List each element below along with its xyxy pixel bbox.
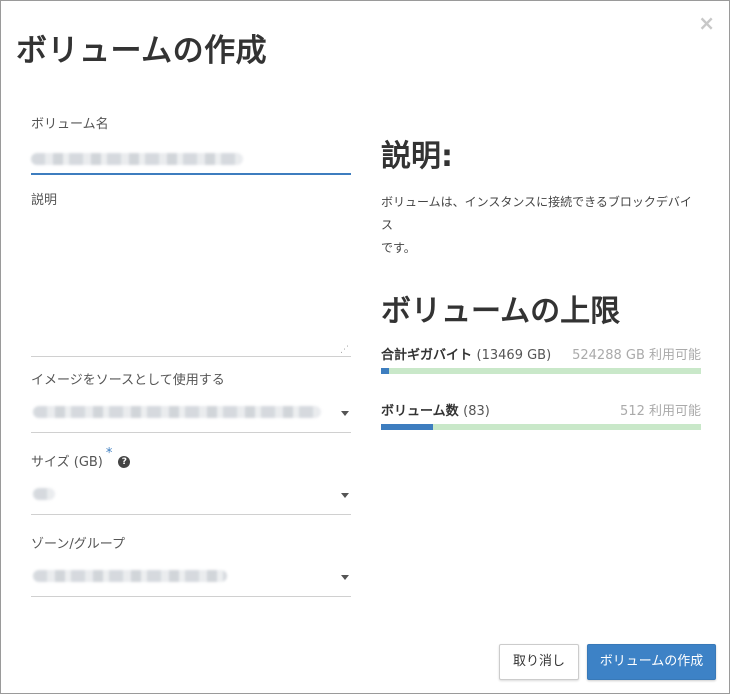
quota-name: 合計ギガバイト [381, 348, 473, 363]
create-volume-button[interactable]: ボリュームの作成 [587, 644, 716, 680]
chevron-down-icon [341, 411, 349, 416]
description-text: ボリュームは、インスタンスに接続できるブロックデバイス です。 [381, 191, 701, 260]
close-icon[interactable]: × [698, 11, 715, 35]
quota-volumes-row: ボリューム数 (83) 512 利用可能 [381, 400, 701, 424]
required-asterisk: * [105, 446, 113, 461]
info-panel: 説明: ボリュームは、インスタンスに接続できるブロックデバイス です。 ボリュー… [381, 131, 701, 456]
volume-name-label: ボリューム名 [31, 117, 109, 132]
description-textarea[interactable] [31, 215, 351, 357]
zone-select[interactable] [31, 559, 351, 597]
volume-form: ボリューム名 説明 ⋰ イメージをソースとして使用する サイズ (GB)*? ゾ… [31, 111, 351, 615]
size-field: サイズ (GB)*? [31, 446, 351, 533]
modal-title: ボリュームの作成 [16, 33, 268, 69]
quota-available: 512 利用可能 [620, 404, 701, 419]
quota-volumes-bar [381, 424, 701, 430]
redacted-value [33, 488, 55, 500]
zone-field: ゾーン/グループ [31, 533, 351, 615]
size-select[interactable] [31, 477, 351, 515]
size-label-text: サイズ (GB) [31, 455, 103, 470]
quota-gigabytes-row: 合計ギガバイト (13469 GB) 524288 GB 利用可能 [381, 344, 701, 368]
quota-available: 524288 GB 利用可能 [572, 348, 701, 363]
redacted-value [33, 570, 227, 582]
quota-used: (83) [463, 404, 490, 419]
cancel-button[interactable]: 取り消し [499, 644, 579, 680]
description-field: 説明 ⋰ [31, 189, 351, 369]
limits-heading: ボリュームの上限 [381, 294, 621, 329]
quota-used: (13469 GB) [476, 348, 552, 363]
zone-label: ゾーン/グループ [31, 537, 125, 552]
resize-grip-icon[interactable]: ⋰ [340, 345, 349, 355]
description-heading: 説明: [381, 139, 453, 174]
volume-name-field: ボリューム名 [31, 111, 351, 175]
chevron-down-icon [341, 493, 349, 498]
redacted-value [33, 406, 321, 418]
quota-label: ボリューム数 (83) [381, 400, 490, 419]
image-source-select[interactable] [31, 395, 351, 433]
redacted-value [31, 153, 243, 165]
create-volume-modal: × ボリュームの作成 ボリューム名 説明 ⋰ イメージをソースとして使用する サ… [0, 0, 730, 694]
image-source-field: イメージをソースとして使用する [31, 369, 351, 451]
description-text-line2: です。 [381, 241, 416, 255]
quota-label: 合計ギガバイト (13469 GB) [381, 344, 551, 363]
description-text-line1: ボリュームは、インスタンスに接続できるブロックデバイス [381, 195, 692, 232]
quota-bar-fill [381, 368, 390, 374]
quota-gigabytes-bar [381, 368, 701, 374]
quota-bar-fill [381, 424, 433, 430]
description-label: 説明 [31, 193, 58, 208]
help-icon[interactable]: ? [118, 455, 131, 468]
chevron-down-icon [341, 575, 349, 580]
size-label: サイズ (GB)*? [31, 446, 131, 470]
quota-name: ボリューム数 [381, 404, 459, 419]
image-source-label: イメージをソースとして使用する [31, 373, 225, 388]
